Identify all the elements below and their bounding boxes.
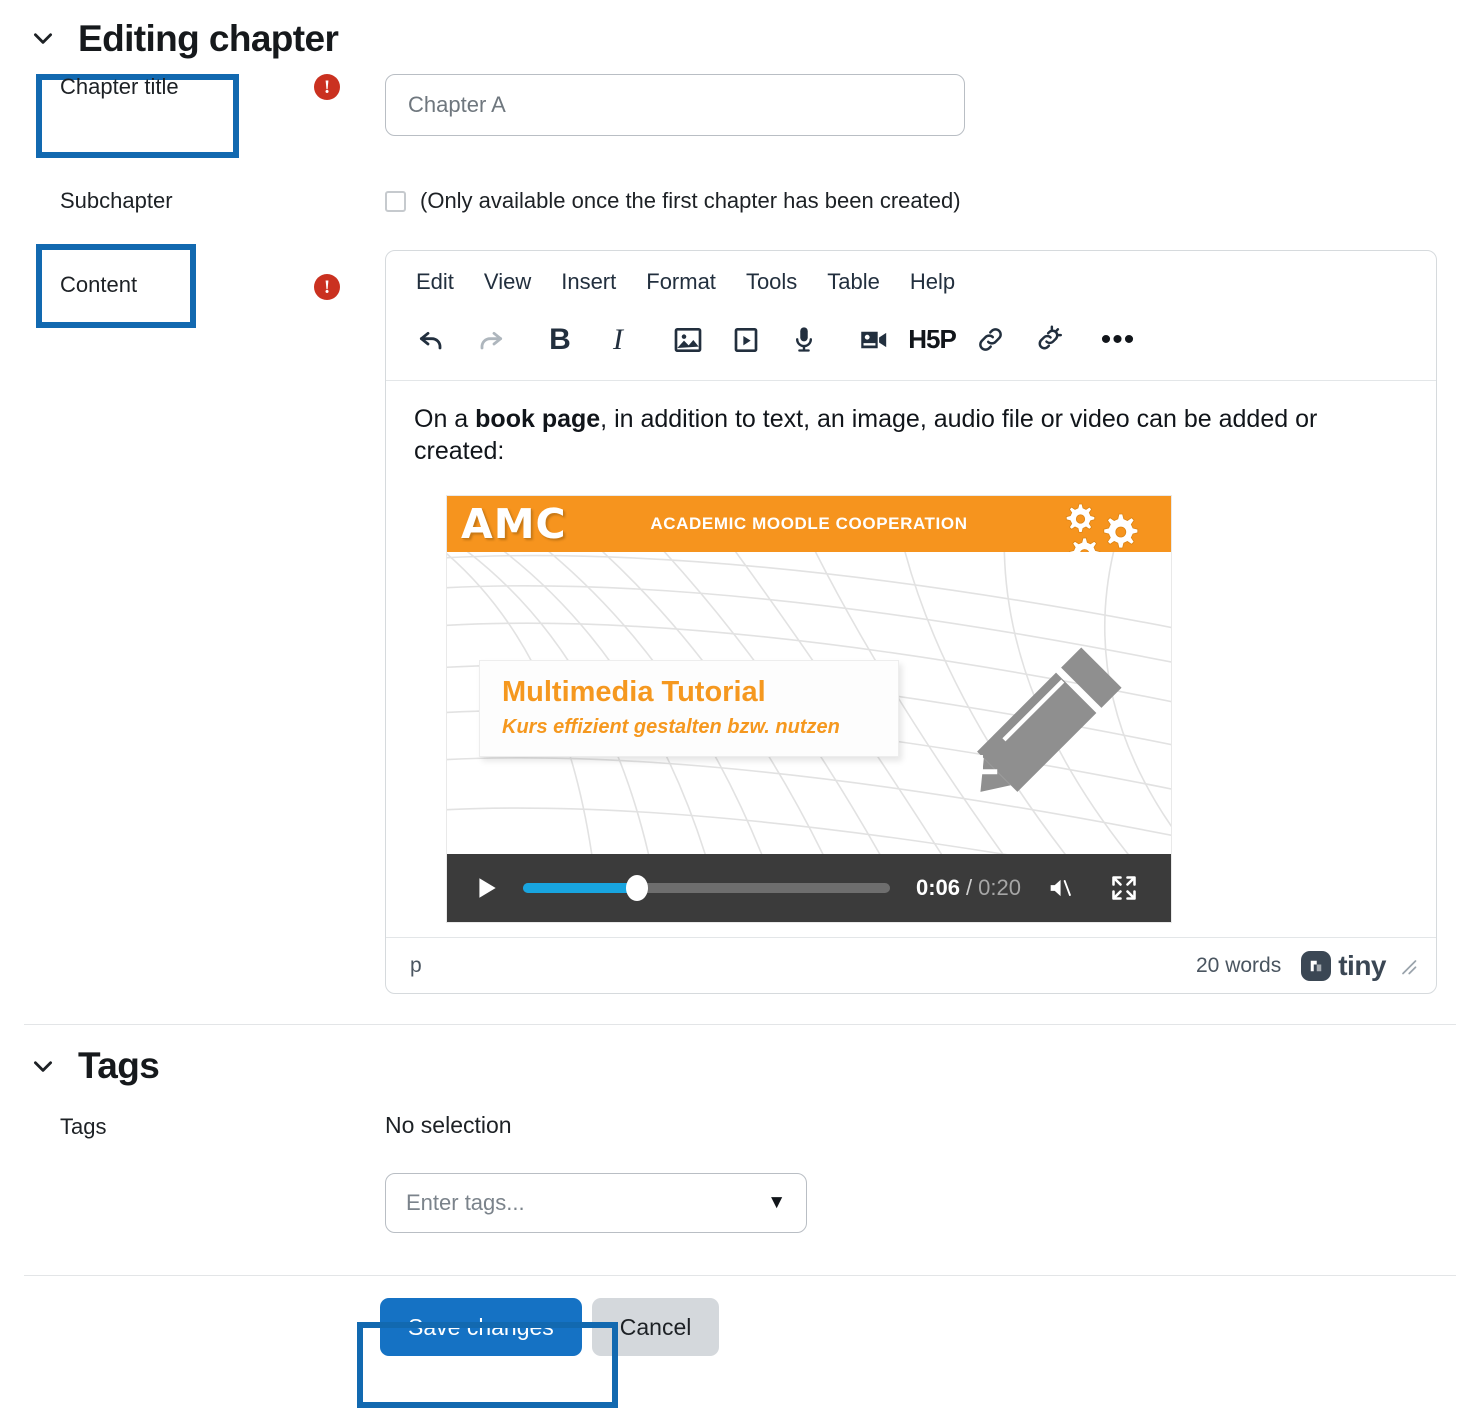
content-label: Content — [60, 272, 138, 297]
editor-paragraph: On a book page, in addition to text, an … — [414, 403, 1408, 467]
required-exclamation-icon: ! — [314, 74, 340, 100]
tags-section-header: Tags — [0, 1025, 1480, 1084]
media-icon[interactable] — [722, 316, 770, 364]
subchapter-label-cell: Subchapter — [0, 188, 300, 214]
video-timestamp: 0:06/0:20 — [916, 875, 1021, 901]
save-changes-button[interactable]: Save changes — [380, 1298, 582, 1356]
content-label-cell: Content — [0, 250, 300, 298]
editing-chapter-header: Editing chapter — [0, 0, 1480, 62]
editor-toolbar: B I H5P ••• — [386, 305, 1436, 381]
tags-label-cell: Tags — [0, 1112, 300, 1140]
field-row-tags: Tags No selection Enter tags... ▼ — [0, 1112, 1480, 1233]
editor-text-prefix: On a — [414, 405, 476, 433]
microphone-icon[interactable] — [780, 316, 828, 364]
tags-input-select[interactable]: Enter tags... ▼ — [385, 1173, 807, 1233]
subchapter-field-cell: (Only available once the first chapter h… — [385, 188, 1480, 214]
subchapter-label: Subchapter — [60, 187, 173, 213]
video-brand-header: AMC ACADEMIC MOODLE COOPERATION — [447, 496, 1171, 554]
chapter-title-field-cell — [385, 74, 1480, 136]
video-caption-title: Multimedia Tutorial — [502, 676, 766, 708]
editor-text-bold: book page — [475, 405, 601, 433]
video-time-separator: / — [966, 875, 973, 900]
video-caption-subtitle: Kurs effizient gestalten bzw. nutzen — [502, 715, 840, 738]
tinymce-logo[interactable]: tiny — [1301, 950, 1386, 982]
play-icon[interactable] — [469, 874, 505, 902]
editor-element-path[interactable]: p — [410, 954, 1196, 978]
italic-icon[interactable]: I — [594, 316, 642, 364]
more-icon[interactable]: ••• — [1094, 316, 1142, 364]
video-camera-icon[interactable] — [850, 316, 898, 364]
tiny-mark-icon — [1301, 950, 1332, 981]
video-progress-handle[interactable] — [625, 875, 648, 901]
menu-edit[interactable]: Edit — [416, 269, 454, 295]
form-action-buttons: Save changes Cancel — [0, 1276, 1480, 1356]
tags-label: Tags — [60, 1114, 107, 1139]
h5p-icon[interactable]: H5P — [908, 316, 957, 364]
subchapter-checkbox[interactable] — [385, 190, 406, 212]
tags-no-selection: No selection — [385, 1112, 512, 1138]
video-progress-fill — [523, 883, 637, 893]
menu-view[interactable]: View — [484, 269, 531, 295]
chevron-down-icon[interactable] — [30, 25, 56, 51]
field-row-chapter-title: Chapter title ! — [0, 74, 1480, 158]
menu-tools[interactable]: Tools — [746, 269, 797, 295]
tags-field-cell: No selection Enter tags... ▼ — [385, 1112, 1480, 1233]
undo-icon[interactable] — [408, 316, 456, 364]
menu-table[interactable]: Table — [827, 269, 880, 295]
video-stage: Multimedia Tutorial Kurs effizient gesta… — [447, 552, 1171, 854]
video-progress-slider[interactable] — [523, 875, 890, 901]
chapter-title-label-cell: Chapter title — [0, 74, 300, 100]
chapter-title-input[interactable] — [385, 74, 965, 136]
bold-icon[interactable]: B — [536, 316, 584, 364]
cancel-button[interactable]: Cancel — [591, 1298, 720, 1356]
chapter-title-required-cell: ! — [300, 74, 385, 100]
editor-menubar: Edit View Insert Format Tools Table Help — [386, 251, 1436, 305]
gears-icon — [1065, 503, 1139, 554]
required-exclamation-icon: ! — [314, 274, 340, 300]
embedded-video-player[interactable]: AMC ACADEMIC MOODLE COOPERATION Multimed… — [446, 495, 1172, 923]
fullscreen-icon[interactable] — [1099, 874, 1149, 902]
chevron-down-icon[interactable] — [30, 1053, 56, 1079]
editor-content-area[interactable]: On a book page, in addition to text, an … — [386, 381, 1436, 937]
editor-status-bar: p 20 words tiny — [386, 937, 1436, 993]
video-total-time: 0:20 — [978, 875, 1021, 900]
editor-word-count: 20 words — [1196, 953, 1282, 977]
redo-icon[interactable] — [466, 316, 514, 364]
subchapter-note: (Only available once the first chapter h… — [420, 188, 961, 213]
video-caption-box: Multimedia Tutorial Kurs effizient gesta… — [479, 660, 899, 757]
tags-title: Tags — [78, 1045, 160, 1086]
caret-down-icon: ▼ — [767, 1192, 786, 1213]
pencil-icon — [977, 647, 1122, 792]
menu-format[interactable]: Format — [646, 269, 716, 295]
image-icon[interactable] — [664, 316, 712, 364]
menu-insert[interactable]: Insert — [561, 269, 616, 295]
field-row-content: Content ! Edit View Insert Format Tools … — [0, 250, 1480, 994]
video-controls-bar: 0:06/0:20 — [447, 854, 1171, 922]
unlink-icon[interactable] — [1024, 316, 1072, 364]
tags-input-placeholder: Enter tags... — [406, 1190, 525, 1215]
editor-resize-handle[interactable] — [1398, 956, 1418, 976]
field-row-subchapter: Subchapter (Only available once the firs… — [0, 174, 1480, 228]
content-field-cell: Edit View Insert Format Tools Table Help — [385, 250, 1480, 994]
menu-help[interactable]: Help — [910, 269, 955, 295]
page-title: Editing chapter — [78, 17, 339, 59]
video-current-time: 0:06 — [916, 875, 961, 900]
tiny-wordmark: tiny — [1338, 949, 1386, 981]
muted-volume-icon[interactable] — [1035, 874, 1085, 902]
link-icon[interactable] — [966, 316, 1014, 364]
content-required-cell: ! — [300, 250, 385, 300]
chapter-title-label: Chapter title — [60, 74, 179, 99]
rich-text-editor: Edit View Insert Format Tools Table Help — [385, 250, 1437, 994]
